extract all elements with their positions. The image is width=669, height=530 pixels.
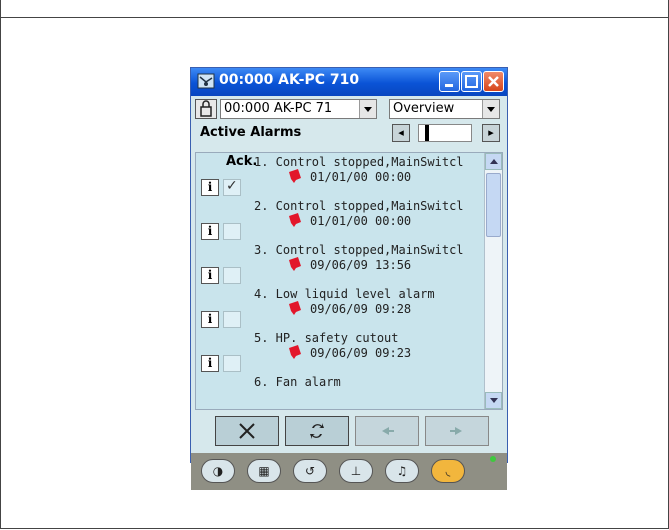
app-window: 00:000 AK-PC 710 00:000 AK-PC 71 Overvie…: [190, 67, 508, 490]
alarm-timestamp: 09/06/09 09:23: [310, 346, 412, 360]
title-bar[interactable]: 00:000 AK-PC 710: [191, 68, 507, 96]
scroller-thumb[interactable]: [418, 124, 472, 142]
tool-graph[interactable]: ⊥: [339, 459, 373, 483]
alarm-text: 3. Control stopped,MainSwitcl: [254, 243, 464, 257]
chevron-right-icon: ▸: [488, 126, 494, 139]
alarm-bell-icon: [289, 345, 301, 359]
info-button[interactable]: i: [201, 179, 219, 196]
alarm-bell-icon: [289, 169, 301, 183]
list-item[interactable]: i 1. Control stopped,MainSwitcl 01/01/00…: [196, 153, 484, 197]
view-select[interactable]: Overview: [389, 99, 500, 119]
chevron-down-icon: [359, 100, 376, 118]
frame-divider: [0, 17, 669, 18]
vertical-scrollbar[interactable]: [484, 153, 502, 409]
scrollbar-thumb[interactable]: [486, 173, 501, 237]
clear-button[interactable]: [215, 416, 279, 446]
grid-icon: ▦: [258, 464, 270, 478]
minimize-button[interactable]: [439, 71, 460, 92]
scroll-right-button[interactable]: ▸: [482, 124, 500, 142]
chevron-down-icon: [482, 100, 499, 118]
alarm-text: 1. Control stopped,MainSwitcl: [254, 155, 464, 169]
info-button[interactable]: i: [201, 311, 219, 328]
alarm-timestamp: 09/06/09 09:28: [310, 302, 412, 316]
lock-icon: [200, 100, 212, 117]
network-icon: [197, 73, 215, 89]
graph-icon: ⊥: [350, 464, 362, 478]
status-led: [490, 456, 496, 462]
next-button[interactable]: [425, 416, 489, 446]
tool-grid[interactable]: ▦: [247, 459, 281, 483]
scroll-left-button[interactable]: ◂: [392, 124, 410, 142]
list-item[interactable]: i 3. Control stopped,MainSwitcl 09/06/09…: [196, 241, 484, 285]
alarm-text: 4. Low liquid level alarm: [254, 287, 435, 301]
alarm-bell-icon: [289, 257, 301, 271]
binoculars-icon: ◑: [212, 464, 224, 478]
alarm-list: Ack. i 1. Control stopped,MainSwitcl 01/…: [195, 152, 503, 410]
arrow-left-icon: [382, 427, 394, 435]
lock-button[interactable]: [195, 99, 217, 119]
ack-checkbox[interactable]: [223, 355, 241, 372]
close-icon: [488, 76, 499, 87]
list-item[interactable]: 6. Fan alarm: [196, 373, 484, 409]
info-button[interactable]: i: [201, 355, 219, 372]
previous-button[interactable]: [355, 416, 419, 446]
clear-icon: [239, 423, 255, 439]
list-item[interactable]: i 5. HP. safety cutout 09/06/09 09:23: [196, 329, 484, 373]
refresh-button[interactable]: [285, 416, 349, 446]
tool-alarms[interactable]: ♫: [385, 459, 419, 483]
app-body: 00:000 AK-PC 71 Overview Active Alarms ◂…: [191, 96, 507, 490]
minimize-icon: [445, 84, 453, 87]
maximize-button[interactable]: [461, 71, 482, 92]
view-select-value: Overview: [393, 101, 455, 116]
maximize-icon: [465, 75, 478, 88]
window-title: 00:000 AK-PC 710: [219, 72, 360, 88]
bottom-toolbar: ◑ ▦ ↺ ⊥ ♫ ◟: [191, 453, 507, 490]
scroll-up-button[interactable]: [485, 153, 502, 170]
alarm-text: 6. Fan alarm: [254, 375, 341, 389]
horizontal-scroller[interactable]: ◂ ▸: [392, 123, 500, 143]
alarm-timestamp: 01/01/00 00:00: [310, 214, 412, 228]
device-select[interactable]: 00:000 AK-PC 71: [220, 99, 377, 119]
alarm-bell-icon: [289, 301, 301, 315]
refresh-icon: [310, 423, 324, 439]
undo-icon: ↺: [304, 464, 316, 478]
alarm-timestamp: 09/06/09 13:56: [310, 258, 412, 272]
page-title: Active Alarms: [200, 125, 302, 140]
ack-checkbox[interactable]: [223, 223, 241, 240]
tool-binoculars[interactable]: ◑: [201, 459, 235, 483]
bell-icon: ♫: [396, 464, 408, 478]
alarm-bell-icon: [289, 213, 301, 227]
ack-checkbox[interactable]: [223, 311, 241, 328]
chevron-left-icon: ◂: [398, 126, 404, 139]
alarm-text: 2. Control stopped,MainSwitcl: [254, 199, 464, 213]
close-button[interactable]: [483, 71, 504, 92]
ack-checkbox[interactable]: [223, 267, 241, 284]
arrow-right-icon: [450, 427, 462, 435]
tool-undo[interactable]: ↺: [293, 459, 327, 483]
alarm-text: 5. HP. safety cutout: [254, 331, 399, 345]
scroll-down-button[interactable]: [485, 392, 502, 409]
list-item[interactable]: i 2. Control stopped,MainSwitcl 01/01/00…: [196, 197, 484, 241]
ack-checkbox[interactable]: [223, 178, 241, 196]
tool-service[interactable]: ◟: [431, 459, 465, 483]
alarm-timestamp: 01/01/00 00:00: [310, 170, 412, 184]
info-button[interactable]: i: [201, 223, 219, 240]
device-select-value: 00:000 AK-PC 71: [224, 101, 333, 116]
list-item[interactable]: i 4. Low liquid level alarm 09/06/09 09:…: [196, 285, 484, 329]
wrench-icon: ◟: [445, 464, 451, 478]
info-button[interactable]: i: [201, 267, 219, 284]
